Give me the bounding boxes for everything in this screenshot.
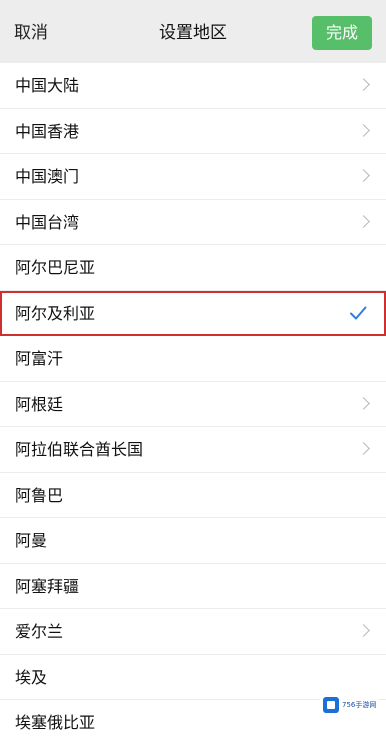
region-row[interactable]: 阿尔巴尼亚 (0, 245, 386, 291)
region-row[interactable]: 爱尔兰 (0, 609, 386, 655)
region-label: 中国台湾 (15, 212, 80, 232)
region-row[interactable]: 阿鲁巴 (0, 473, 386, 518)
checkmark-icon (350, 306, 367, 319)
region-label: 中国大陆 (15, 76, 80, 95)
chevron-right-icon (357, 169, 370, 182)
region-label: 阿富汗 (15, 349, 64, 368)
region-label: 阿尔巴尼亚 (15, 258, 96, 277)
region-row[interactable]: 阿尔及利亚 (0, 290, 386, 336)
chevron-right-icon (357, 123, 370, 137)
region-label: 阿曼 (15, 531, 48, 550)
region-list: 中国大陆中国香港中国澳门中国台湾阿尔巴尼亚阿尔及利亚阿富汗阿根廷阿拉伯联合酋长国… (0, 63, 386, 746)
chevron-right-icon (357, 78, 370, 91)
region-row[interactable]: 中国大陆 (0, 63, 386, 109)
region-label: 埃塞俄比亚 (15, 713, 96, 732)
region-row[interactable]: 中国台湾 (0, 200, 386, 245)
region-row[interactable]: 阿根廷 (0, 382, 386, 427)
chevron-right-icon (357, 214, 370, 228)
navigation-bar: 取消 设置地区 完成 (0, 0, 386, 65)
region-label: 阿根廷 (15, 394, 64, 414)
region-label: 阿塞拜疆 (15, 576, 80, 596)
chevron-right-icon (357, 396, 370, 410)
watermark: 756手游网 (320, 694, 380, 716)
region-label: 阿拉伯联合酋长国 (15, 440, 144, 459)
region-label: 埃及 (15, 667, 48, 687)
done-button[interactable]: 完成 (312, 16, 372, 50)
watermark-text: 756手游网 (342, 700, 377, 709)
region-label: 阿鲁巴 (15, 485, 64, 505)
region-row[interactable]: 阿塞拜疆 (0, 564, 386, 609)
chevron-right-icon (357, 624, 370, 637)
region-row[interactable]: 阿曼 (0, 518, 386, 564)
region-row[interactable]: 阿拉伯联合酋长国 (0, 427, 386, 473)
region-label: 中国香港 (15, 121, 80, 141)
region-row[interactable]: 中国澳门 (0, 154, 386, 200)
region-row[interactable]: 阿富汗 (0, 336, 386, 382)
chevron-right-icon (357, 442, 370, 455)
region-label: 中国澳门 (15, 167, 80, 186)
watermark-logo-icon (323, 697, 339, 713)
region-row[interactable]: 中国香港 (0, 109, 386, 154)
region-label: 阿尔及利亚 (15, 303, 96, 323)
region-label: 爱尔兰 (15, 622, 64, 641)
